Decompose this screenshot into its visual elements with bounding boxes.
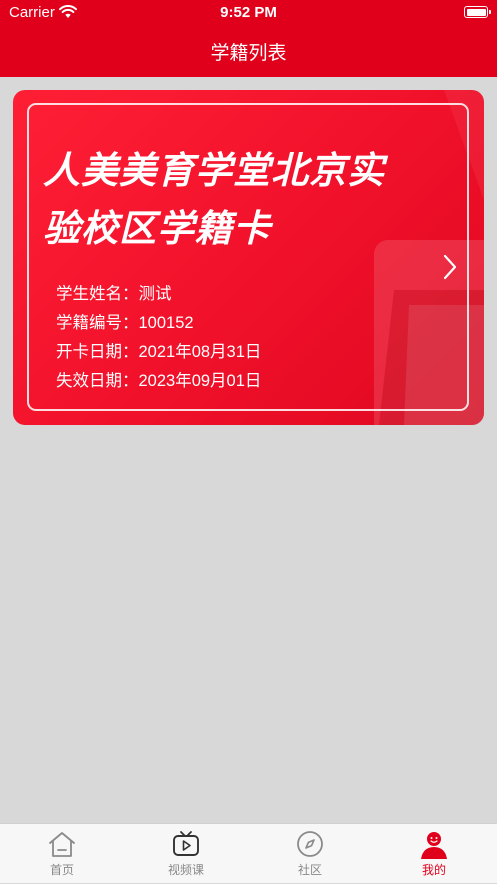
tab-community[interactable]: 社区 xyxy=(248,824,372,884)
status-bar: Carrier 9:52 PM xyxy=(0,0,497,26)
tab-mine[interactable]: 我的 xyxy=(372,824,496,884)
expiry-date-label: 失效日期： xyxy=(56,371,139,390)
tab-community-label: 社区 xyxy=(297,863,322,877)
tv-play-icon xyxy=(173,831,199,856)
chevron-right-icon[interactable] xyxy=(441,253,459,281)
compass-icon xyxy=(297,831,323,857)
battery-icon xyxy=(464,6,491,18)
tab-mine-label: 我的 xyxy=(421,863,446,877)
student-id-value: 100152 xyxy=(138,314,194,332)
page-title: 学籍列表 xyxy=(210,42,287,64)
student-name-value: 测试 xyxy=(138,285,172,303)
student-id-label: 学籍编号： xyxy=(56,313,139,332)
expiry-date-row: 失效日期：2023年09月01日 xyxy=(56,367,261,391)
student-id-row: 学籍编号：100152 xyxy=(56,309,194,333)
home-icon xyxy=(49,832,75,857)
tab-video-course[interactable]: 视频课 xyxy=(124,824,248,884)
profile-icon xyxy=(421,832,447,859)
student-name-row: 学生姓名：测试 xyxy=(56,280,172,304)
open-date-label: 开卡日期： xyxy=(56,342,139,361)
expiry-date-value: 2023年09月01日 xyxy=(138,372,262,390)
open-date-value: 2021年08月31日 xyxy=(138,343,262,361)
top-bar: Carrier 9:52 PM 学籍列表 xyxy=(0,0,497,77)
status-time: 9:52 PM xyxy=(220,4,277,21)
tab-bar: 首页 视频课 社区 我的 xyxy=(0,823,497,883)
tab-video-course-label: 视频课 xyxy=(167,863,204,877)
tab-home-label: 首页 xyxy=(49,863,74,877)
tab-home[interactable]: 首页 xyxy=(0,824,124,884)
card-title-line2: 验校区学籍卡 xyxy=(43,207,271,250)
card-title-line1: 人美美育学堂北京实 xyxy=(43,149,385,192)
open-date-row: 开卡日期：2021年08月31日 xyxy=(56,338,261,362)
student-name-label: 学生姓名： xyxy=(56,284,139,303)
